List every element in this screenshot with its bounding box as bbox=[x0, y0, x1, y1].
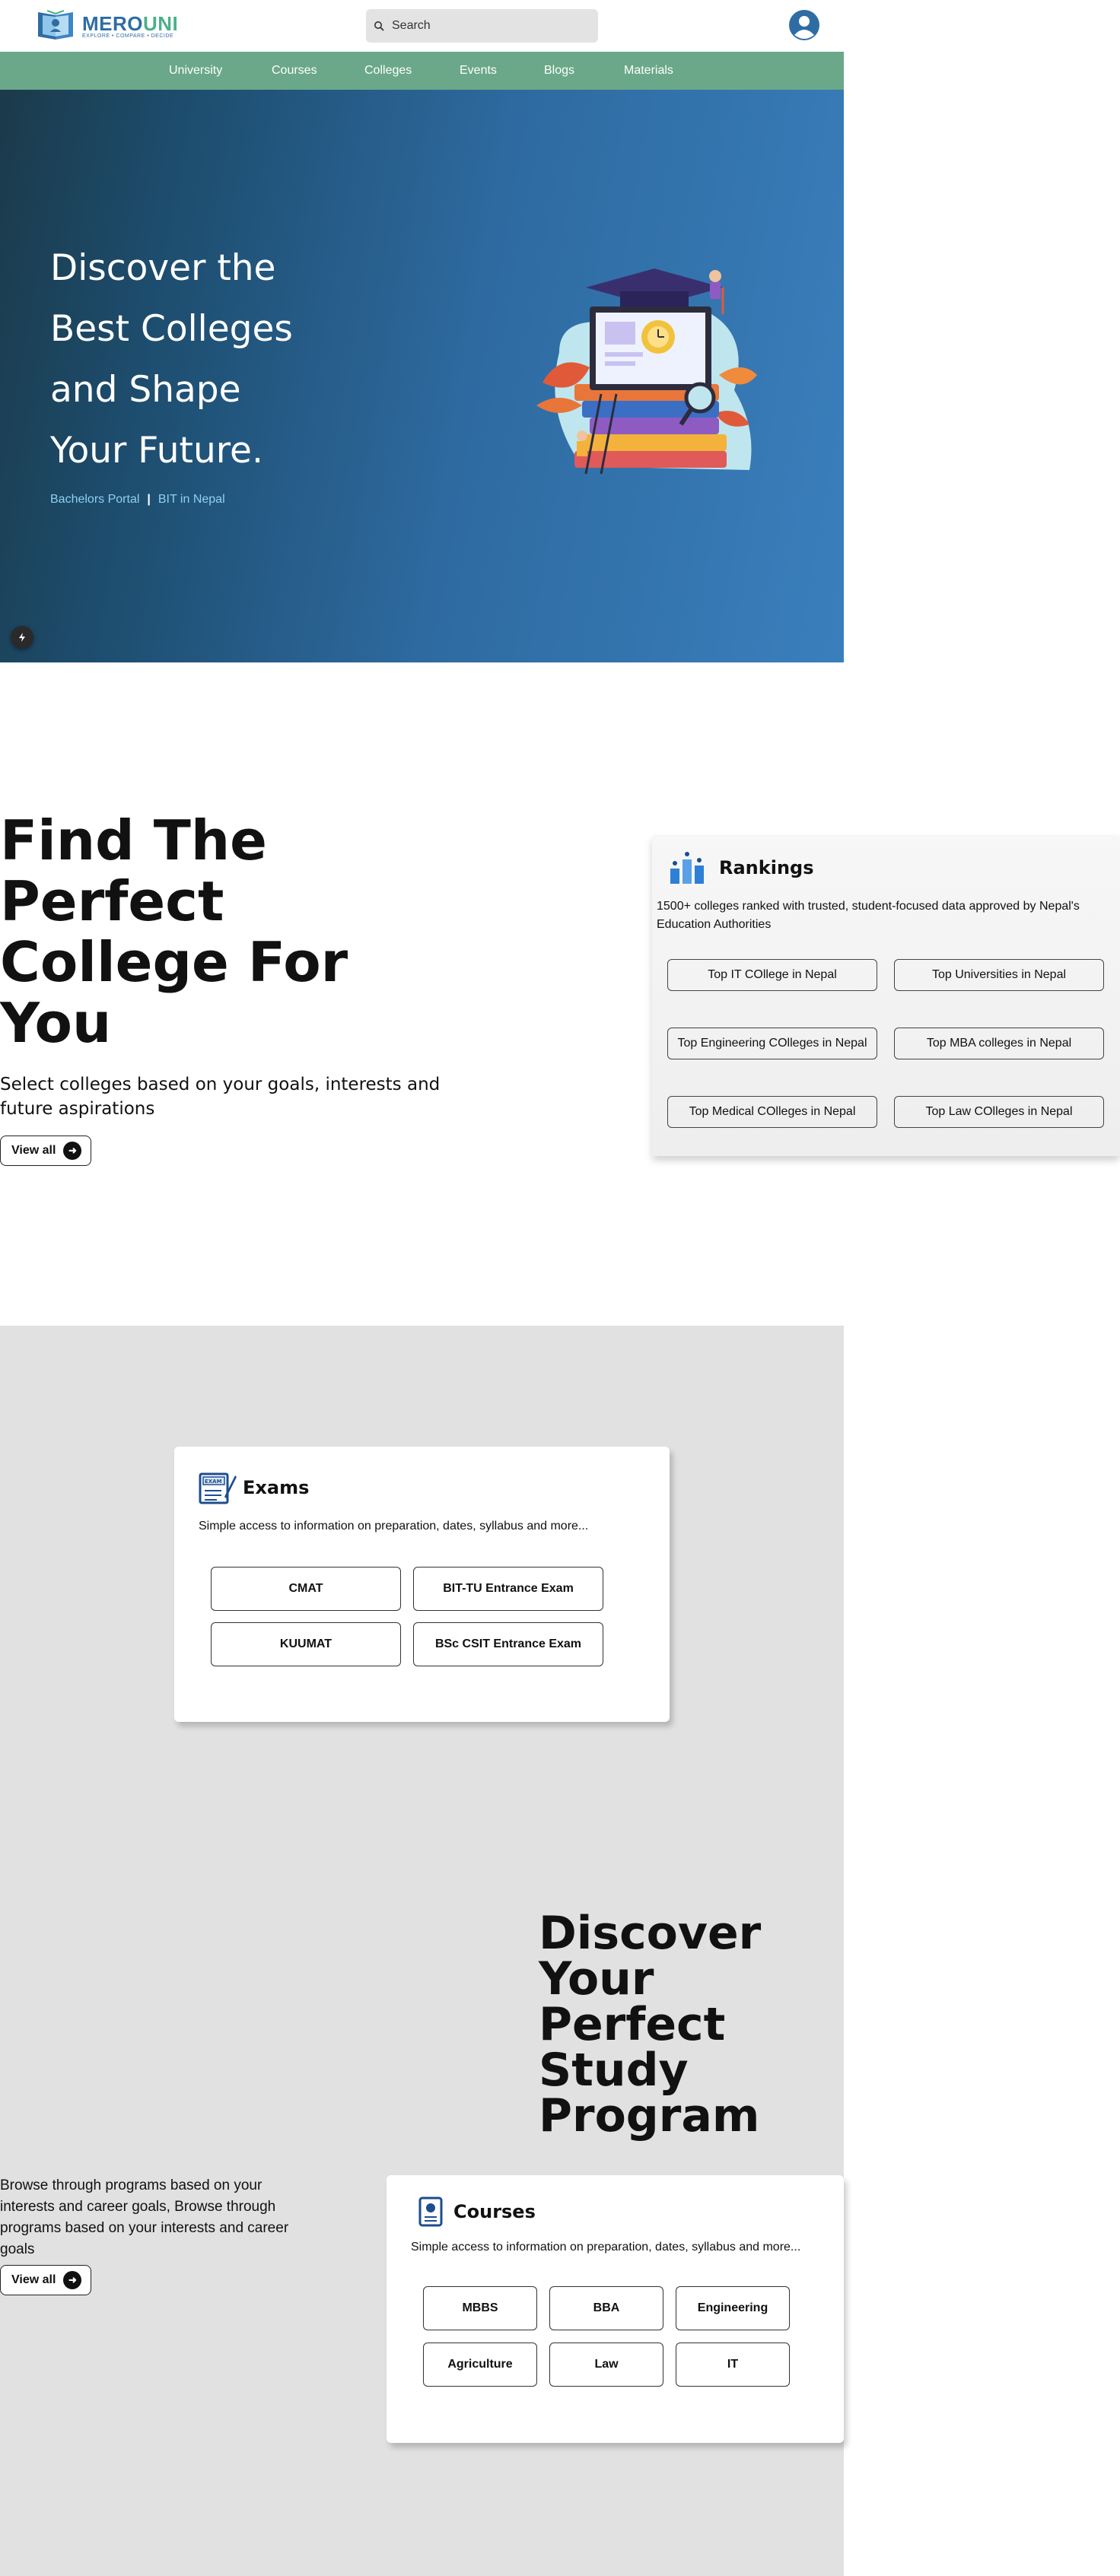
course-mbbs-button[interactable]: MBBS bbox=[423, 2286, 537, 2330]
user-avatar-icon[interactable] bbox=[788, 9, 820, 41]
site-header: MEROUNI EXPLORE • COMPARE • DECIDE Searc… bbox=[0, 0, 844, 52]
view-all-colleges-button[interactable]: View all ➜ bbox=[0, 1136, 92, 1166]
exams-title: Exams bbox=[243, 1477, 310, 1498]
nav-item-blogs[interactable]: Blogs bbox=[544, 52, 574, 90]
exam-paper-icon: EXAM bbox=[199, 1472, 237, 1504]
hero-title: Discover the Best Colleges and Shape You… bbox=[50, 247, 293, 472]
bsc-csit-entrance-button[interactable]: BSc CSIT Entrance Exam bbox=[413, 1622, 603, 1666]
nav-item-university[interactable]: University bbox=[169, 52, 222, 90]
courses-title: Courses bbox=[453, 2201, 536, 2222]
discover-program-heading: Discover Your Perfect Study Program bbox=[539, 1907, 762, 2142]
svg-text:EXAM: EXAM bbox=[205, 1479, 222, 1485]
top-mba-colleges-button[interactable]: Top MBA colleges in Nepal bbox=[894, 1028, 1104, 1059]
course-engineering-button[interactable]: Engineering bbox=[676, 2286, 790, 2330]
bit-tu-entrance-button[interactable]: BIT-TU Entrance Exam bbox=[413, 1567, 603, 1611]
hero-links: Bachelors Portal | BIT in Nepal bbox=[50, 493, 225, 507]
rankings-title: Rankings bbox=[719, 857, 814, 878]
find-college-heading: Find The Perfect College For You bbox=[0, 808, 348, 1055]
exams-card: EXAM Exams Simple access to information … bbox=[174, 1447, 670, 1722]
education-illustration bbox=[536, 268, 757, 475]
view-all-label: View all bbox=[11, 1144, 56, 1157]
view-all-programs-button[interactable]: View all ➜ bbox=[0, 2265, 92, 2295]
site-logo[interactable]: MEROUNI EXPLORE • COMPARE • DECIDE bbox=[33, 8, 178, 44]
course-law-button[interactable]: Law bbox=[549, 2343, 663, 2387]
exams-description: Simple access to information on preparat… bbox=[199, 1520, 589, 1533]
main-nav: University Courses Colleges Events Blogs… bbox=[0, 52, 844, 90]
logo-title: MEROUNI bbox=[82, 11, 179, 35]
top-it-college-button[interactable]: Top IT COllege in Nepal bbox=[667, 959, 877, 991]
top-engineering-colleges-button[interactable]: Top Engineering COlleges in Nepal bbox=[667, 1028, 877, 1059]
course-bba-button[interactable]: BBA bbox=[549, 2286, 663, 2330]
lightning-icon[interactable] bbox=[11, 626, 33, 649]
link-separator: | bbox=[147, 493, 151, 506]
search-placeholder: Search bbox=[392, 19, 431, 32]
find-college-subtitle: Select colleges based on your goals, int… bbox=[0, 1075, 441, 1119]
course-agriculture-button[interactable]: Agriculture bbox=[423, 2343, 537, 2387]
rankings-description: 1500+ colleges ranked with trusted, stud… bbox=[657, 900, 1080, 931]
view-all-label: View all bbox=[11, 2273, 56, 2286]
arrow-right-icon: ➜ bbox=[63, 1142, 82, 1160]
hero-banner: Discover the Best Colleges and Shape You… bbox=[0, 90, 844, 662]
certificate-icon bbox=[418, 2196, 443, 2227]
course-it-button[interactable]: IT bbox=[676, 2343, 790, 2387]
arrow-right-icon: ➜ bbox=[63, 2271, 82, 2289]
kuumat-button[interactable]: KUUMAT bbox=[211, 1622, 401, 1666]
nav-item-materials[interactable]: Materials bbox=[624, 52, 673, 90]
courses-card: Courses Simple access to information on … bbox=[387, 2175, 844, 2443]
logo-tagline: EXPLORE • COMPARE • DECIDE bbox=[82, 33, 174, 39]
courses-description: Simple access to information on preparat… bbox=[411, 2241, 801, 2254]
search-icon bbox=[374, 21, 384, 31]
cmat-button[interactable]: CMAT bbox=[211, 1567, 401, 1611]
bar-chart-icon bbox=[670, 852, 704, 884]
search-input[interactable]: Search bbox=[366, 9, 598, 43]
nav-item-events[interactable]: Events bbox=[460, 52, 497, 90]
bit-in-nepal-link[interactable]: BIT in Nepal bbox=[158, 493, 225, 507]
top-universities-button[interactable]: Top Universities in Nepal bbox=[894, 959, 1104, 991]
nav-item-colleges[interactable]: Colleges bbox=[364, 52, 412, 90]
book-logo-icon bbox=[38, 10, 73, 40]
top-law-colleges-button[interactable]: Top Law COlleges in Nepal bbox=[894, 1096, 1104, 1128]
top-medical-colleges-button[interactable]: Top Medical COlleges in Nepal bbox=[667, 1096, 877, 1128]
browse-programs-text: Browse through programs based on your in… bbox=[0, 2177, 289, 2257]
rankings-card: Rankings 1500+ colleges ranked with trus… bbox=[652, 835, 1120, 1156]
bachelors-portal-link[interactable]: Bachelors Portal bbox=[50, 493, 139, 507]
nav-item-courses[interactable]: Courses bbox=[272, 52, 317, 90]
